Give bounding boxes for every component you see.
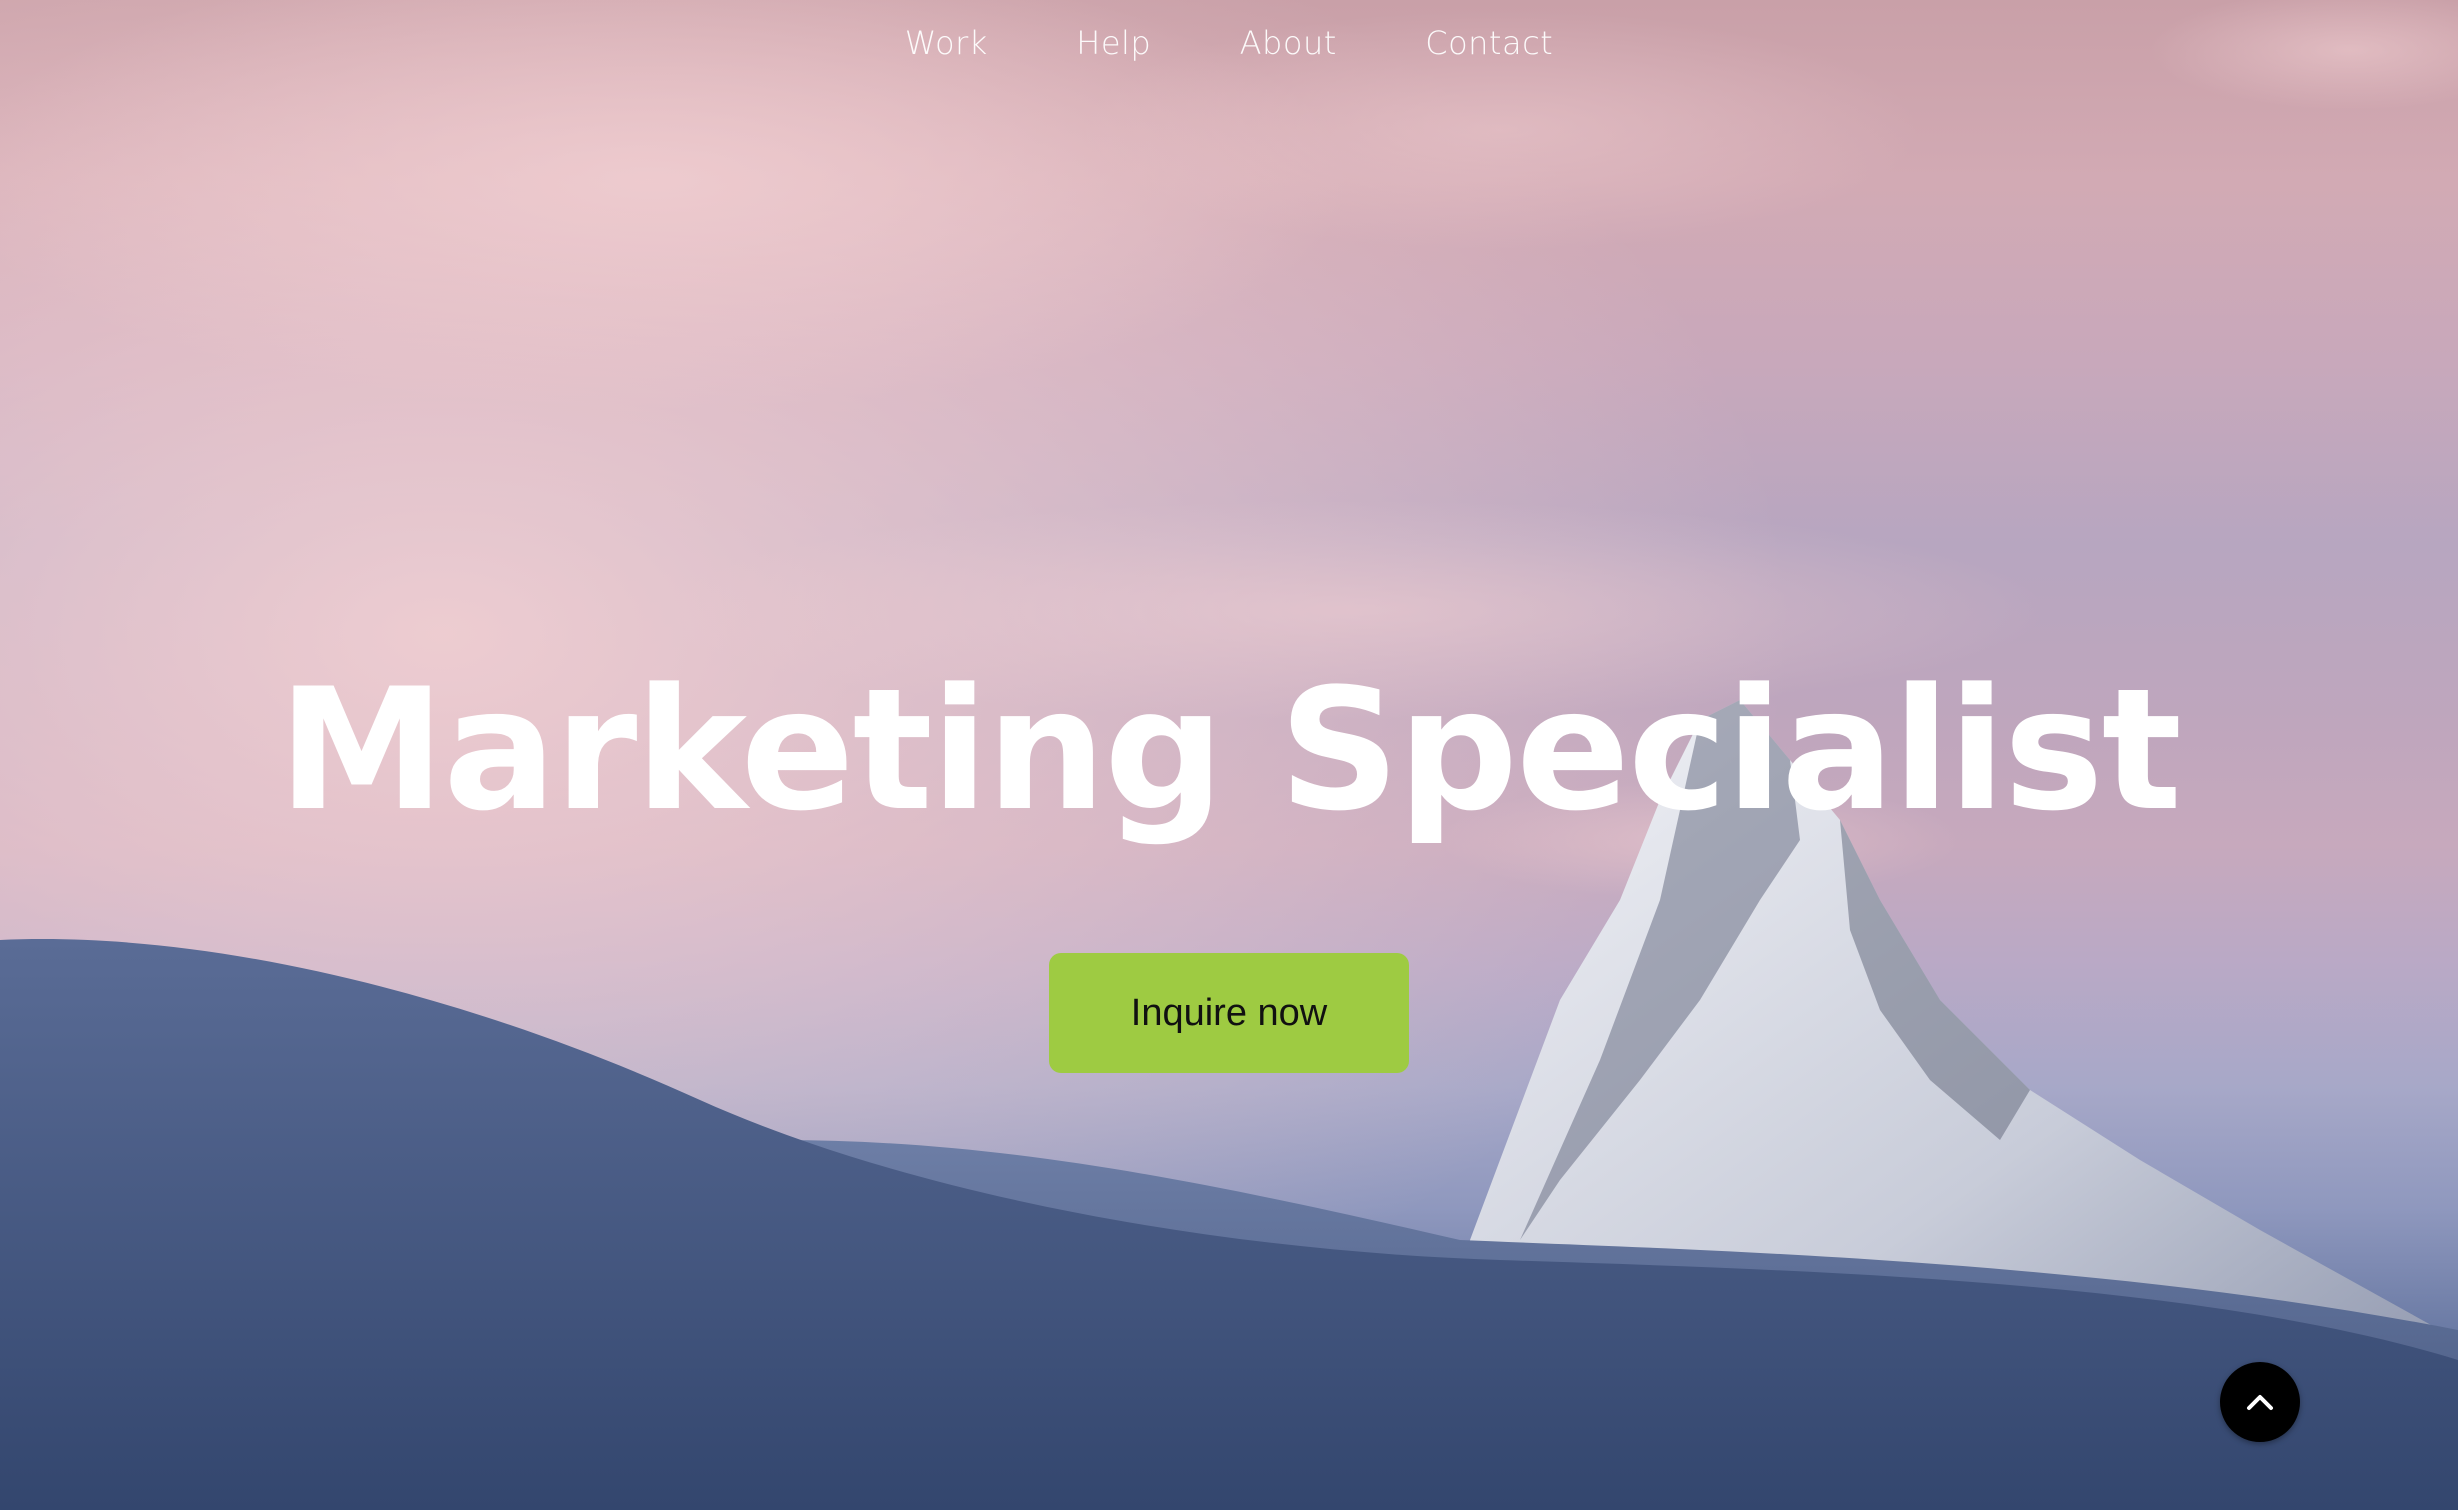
hero-section: Work Help About Contact Marketing Specia…: [0, 0, 2458, 1510]
nav-link-work[interactable]: Work: [905, 24, 988, 62]
hero-headline: Marketing Specialist: [277, 652, 2182, 848]
top-navigation: Work Help About Contact: [0, 24, 2458, 62]
nav-link-about[interactable]: About: [1240, 24, 1337, 62]
nav-link-contact[interactable]: Contact: [1425, 24, 1553, 62]
nav-link-help[interactable]: Help: [1076, 24, 1151, 62]
inquire-now-button[interactable]: Inquire now: [1049, 953, 1409, 1073]
chevron-up-icon: [2247, 1395, 2273, 1410]
scroll-to-top-button[interactable]: [2220, 1362, 2300, 1442]
